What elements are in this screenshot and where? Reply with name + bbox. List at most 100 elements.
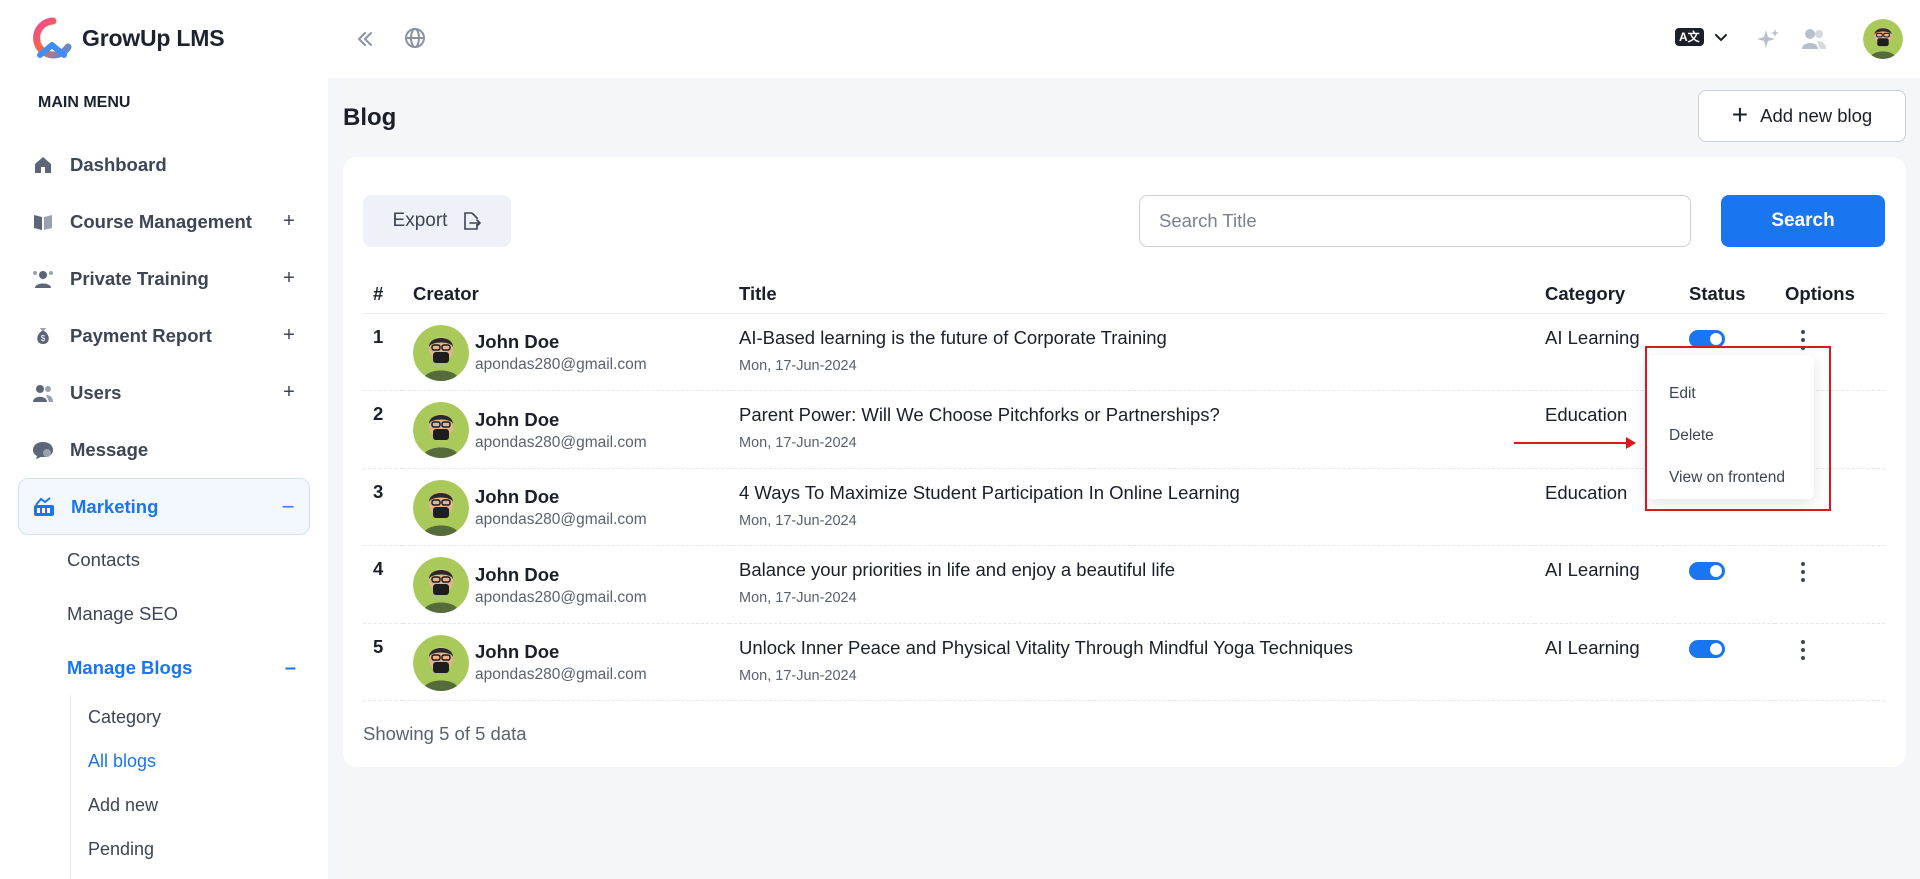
creator-avatar [413, 402, 469, 458]
sidebar-item-manage-seo[interactable]: Manage SEO [44, 587, 310, 641]
collapse-toggle[interactable]: – [281, 495, 295, 518]
search-button[interactable]: Search [1721, 195, 1885, 247]
add-new-blog-button[interactable]: + Add new blog [1698, 90, 1906, 142]
creator-email: apondas280@gmail.com [475, 433, 647, 451]
main-nav: Dashboard Course Management + Private Tr… [18, 136, 310, 535]
export-label: Export [392, 210, 448, 231]
sidebar-item-private-training[interactable]: Private Training + [18, 250, 310, 307]
column-header: # [363, 275, 403, 314]
more-options-icon[interactable] [1793, 638, 1813, 662]
globe-icon[interactable] [403, 26, 427, 50]
export-button[interactable]: Export [363, 195, 511, 247]
sidebar-item-label: Payment Report [70, 324, 212, 346]
creator-cell: John Doe apondas280@gmail.com [413, 624, 719, 691]
options-dropdown: Edit Delete View on frontend [1646, 355, 1814, 499]
delete-option[interactable]: Delete [1646, 415, 1814, 457]
sidebar-item-label: Dashboard [70, 153, 167, 175]
sidebar: GrowUp LMS MAIN MENU Dashboard Course Ma… [0, 0, 328, 879]
sidebar-item-label: Private Training [70, 267, 209, 289]
sidebar-item-dashboard[interactable]: Dashboard [18, 136, 310, 193]
row-number: 2 [373, 403, 384, 424]
logo-icon [33, 17, 72, 59]
row-number: 4 [373, 558, 384, 579]
more-options-icon[interactable] [1793, 328, 1813, 352]
app-logo[interactable]: GrowUp LMS [30, 17, 225, 59]
collapse-sidebar-icon[interactable] [353, 27, 377, 51]
expand-toggle[interactable]: + [282, 324, 296, 347]
row-number: 1 [373, 325, 384, 347]
message-icon [32, 439, 54, 461]
pagination-summary: Showing 5 of 5 data [363, 723, 527, 744]
sidebar-item-add-new[interactable]: Add new [71, 783, 270, 827]
main-menu-heading: MAIN MENU [38, 94, 131, 111]
user-avatar[interactable] [1863, 19, 1903, 59]
blog-category: AI Learning [1545, 636, 1640, 658]
creator-email: apondas280@gmail.com [475, 356, 647, 373]
chevron-down-icon [1714, 34, 1727, 42]
app-name: GrowUp LMS [82, 24, 225, 51]
sidebar-item-label: Users [70, 381, 122, 403]
sidebar-item-category[interactable]: Category [71, 695, 270, 739]
sidebar-item-all-blogs[interactable]: All blogs [71, 739, 270, 783]
sidebar-item-label: Manage Blogs [67, 657, 193, 678]
blog-title[interactable]: Balance your priorities in life and enjo… [739, 559, 1525, 581]
sidebar-item-label: Message [70, 438, 149, 460]
expand-toggle[interactable]: + [282, 381, 296, 404]
creator-cell: John Doe apondas280@gmail.com [413, 314, 719, 381]
users-icon [32, 382, 54, 404]
sidebar-item-label: Contacts [67, 549, 141, 570]
users-icon[interactable] [1801, 27, 1827, 51]
blog-category: AI Learning [1545, 559, 1640, 580]
row-number: 3 [373, 480, 384, 502]
sidebar-item-message[interactable]: Message [18, 421, 310, 478]
creator-avatar [413, 324, 469, 381]
training-icon [32, 268, 54, 290]
blog-date: Mon, 17-Jun-2024 [739, 435, 857, 451]
search-title-input[interactable] [1139, 195, 1691, 247]
language-icon: A文 [1675, 28, 1704, 46]
language-selector[interactable]: A文 [1675, 28, 1728, 46]
status-toggle[interactable] [1689, 562, 1725, 580]
creator-email: apondas280@gmail.com [475, 511, 647, 528]
sidebar-item-payment-report[interactable]: $ Payment Report + [18, 307, 310, 364]
sidebar-item-marketing[interactable]: Marketing – [18, 478, 310, 535]
book-icon [32, 211, 54, 233]
column-header: Creator [403, 275, 729, 314]
blog-title[interactable]: Parent Power: Will We Choose Pitchforks … [739, 404, 1525, 426]
table-header-row: # Creator Title Category Status Options [363, 275, 1885, 314]
marketing-icon [33, 496, 55, 518]
sidebar-item-label: Course Management [70, 210, 252, 232]
blog-title[interactable]: AI-Based learning is the future of Corpo… [739, 327, 1525, 349]
status-toggle[interactable] [1689, 329, 1725, 348]
blog-date: Mon, 17-Jun-2024 [739, 590, 857, 606]
blog-date: Mon, 17-Jun-2024 [739, 357, 857, 374]
sidebar-item-pending[interactable]: Pending [71, 827, 270, 871]
blog-date: Mon, 17-Jun-2024 [739, 667, 857, 684]
collapse-toggle[interactable]: – [285, 657, 296, 680]
creator-cell: John Doe apondas280@gmail.com [413, 391, 719, 458]
sparkle-icon[interactable] [1756, 27, 1780, 51]
more-options-icon[interactable] [1793, 560, 1813, 584]
annotation-arrow-head [1626, 437, 1636, 449]
expand-toggle[interactable]: + [282, 210, 296, 233]
status-toggle[interactable] [1689, 639, 1725, 658]
blog-title[interactable]: 4 Ways To Maximize Student Participation… [739, 482, 1525, 504]
column-header: Category [1535, 275, 1679, 314]
view-on-frontend-option[interactable]: View on frontend [1646, 457, 1814, 499]
sidebar-item-course-management[interactable]: Course Management + [18, 193, 310, 250]
annotation-arrow-line [1514, 442, 1634, 444]
sidebar-item-users[interactable]: Users + [18, 364, 310, 421]
money-bag-icon: $ [32, 325, 54, 347]
blogs-submenu: Category All blogs Add new Pending [70, 695, 270, 879]
blog-date: Mon, 17-Jun-2024 [739, 512, 857, 529]
edit-option[interactable]: Edit [1646, 373, 1814, 415]
sidebar-item-manage-blogs[interactable]: Manage Blogs – [44, 641, 310, 695]
blog-title[interactable]: Unlock Inner Peace and Physical Vitality… [739, 637, 1525, 659]
expand-toggle[interactable]: + [282, 267, 296, 290]
page-title: Blog [343, 104, 397, 131]
sidebar-item-contacts[interactable]: Contacts [44, 533, 310, 587]
column-header: Status [1679, 275, 1775, 314]
creator-avatar [413, 634, 469, 691]
sidebar-item-label: Manage SEO [67, 603, 179, 624]
creator-name: John Doe [475, 563, 560, 585]
